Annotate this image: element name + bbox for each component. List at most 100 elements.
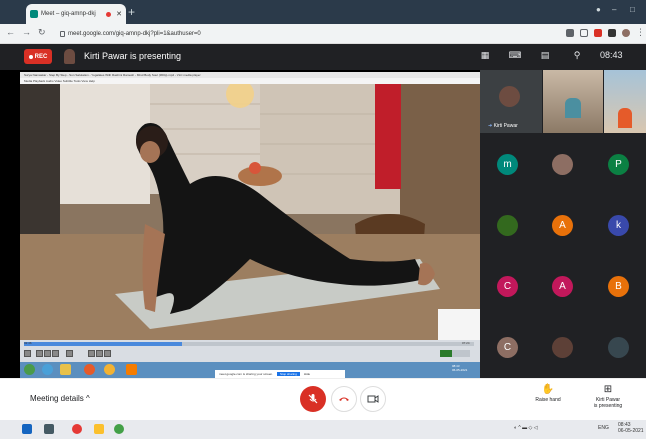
screen-share-notice: meet.google.com is sharing your screen. … [215, 370, 345, 378]
extensions-puzzle-icon[interactable] [608, 29, 616, 37]
system-clock[interactable]: 08:43 06-05-2021 [618, 422, 644, 434]
time-total: 07:24 [462, 341, 470, 345]
file-explorer-icon[interactable] [94, 424, 104, 434]
participant-tile[interactable]: B [591, 255, 646, 318]
url-text: meet.google.com/giq-amnp-dkj?pli=1&authu… [68, 30, 201, 37]
camera-person-2 [618, 108, 632, 128]
participant-tile[interactable]: k [591, 194, 646, 257]
participant-tile[interactable] [535, 316, 590, 379]
participant-avatar [608, 337, 629, 358]
participant-camera-feed-2[interactable] [604, 70, 646, 133]
recording-indicator-icon [106, 11, 112, 17]
participant-tile[interactable]: C [480, 316, 535, 379]
forward-arrow-icon[interactable]: → [22, 27, 31, 37]
presenting-label-2: is presenting [593, 403, 623, 409]
participant-tile[interactable]: A [535, 194, 590, 257]
rec-dot-icon [28, 54, 33, 59]
presenter-tile-label: Kirti Pawar [493, 123, 518, 129]
participant-avatar: A [552, 215, 573, 236]
participants-grid: ➜ Kirti Pawar m P Ak C A B C [480, 70, 646, 378]
participant-tile[interactable] [591, 316, 646, 379]
layout-icon[interactable]: ▦ [478, 50, 492, 62]
shuffle-button[interactable] [104, 350, 111, 357]
tray-icons[interactable]: ◐ ^ ▬ ◇ ◁ [514, 425, 538, 431]
volume-slider[interactable] [440, 350, 470, 357]
presenter-avatar [64, 49, 75, 64]
tab-title: Meet – giq-amnp-dkj [41, 11, 96, 17]
participant-tile[interactable] [535, 133, 590, 196]
vlc-seek-bar[interactable] [24, 342, 474, 346]
camera-toggle-button[interactable] [360, 386, 386, 412]
prev-button[interactable] [36, 350, 43, 357]
presenter-tile-name: ➜ Kirti Pawar [488, 123, 518, 129]
fullscreen-button[interactable] [66, 350, 73, 357]
browser-app-icon[interactable] [72, 424, 82, 434]
chrome-menu-icon[interactable]: ⋮ [636, 27, 645, 38]
participant-tile[interactable]: C [480, 255, 535, 318]
next-button[interactable] [52, 350, 59, 357]
people-icon[interactable]: ⚲ [570, 50, 584, 62]
chrome-app-icon[interactable] [114, 424, 124, 434]
ie-icon [42, 364, 53, 375]
chat-icon[interactable]: ▤ [538, 50, 552, 62]
profile-icon[interactable]: ● [596, 5, 601, 14]
address-bar[interactable]: meet.google.com/giq-amnp-dkj?pli=1&authu… [60, 27, 380, 40]
task-view-icon[interactable] [44, 424, 54, 434]
present-screen-icon: ⊞ [603, 384, 613, 395]
stop-button[interactable] [44, 350, 51, 357]
pause-button[interactable] [24, 350, 31, 357]
hang-up-icon [339, 397, 349, 401]
stop-sharing-button: Stop sharing [277, 372, 300, 376]
meeting-details-label: Meeting details [30, 394, 84, 403]
new-tab-button[interactable]: + [128, 6, 135, 18]
extension-icon[interactable] [594, 29, 602, 37]
leave-call-button[interactable] [331, 386, 357, 412]
participant-tile[interactable]: m [480, 133, 535, 196]
meeting-details-button[interactable]: Meeting details ^ [30, 394, 90, 403]
yoga-video-frame [20, 84, 480, 340]
browser-tab[interactable]: Meet – giq-amnp-dkj ✕ [26, 4, 126, 24]
language-indicator[interactable]: ENG [598, 425, 609, 431]
camera-permission-icon[interactable] [566, 29, 574, 37]
meeting-clock: 08:43 [600, 50, 623, 60]
close-tab-icon[interactable]: ✕ [116, 10, 122, 18]
shared-clock-date: 06-05-2021 [452, 368, 468, 372]
windows-start-icon[interactable] [22, 424, 32, 434]
share-notice-text: meet.google.com is sharing your screen. [219, 372, 274, 376]
back-arrow-icon[interactable]: ← [6, 27, 15, 37]
participant-avatar: m [497, 154, 518, 175]
participant-tile[interactable] [480, 194, 535, 257]
raise-hand-button[interactable]: ✋ Raise hand [526, 384, 570, 403]
chevron-up-icon: ^ [86, 394, 90, 403]
participant-avatar: A [552, 276, 573, 297]
participant-tile[interactable]: A [535, 255, 590, 318]
presenting-button[interactable]: ⊞ Kirti Pawar is presenting [586, 384, 630, 409]
system-date: 06-05-2021 [618, 428, 644, 434]
seek-progress [24, 342, 182, 346]
participant-avatar [552, 154, 573, 175]
captions-icon[interactable]: ⌨ [508, 50, 522, 62]
camera-person [565, 98, 581, 118]
loop-button[interactable] [96, 350, 103, 357]
playlist-button[interactable] [88, 350, 95, 357]
yoga-pose-illustration [20, 84, 480, 340]
chrome-icon [104, 364, 115, 375]
presenter-tile[interactable]: ➜ Kirti Pawar [480, 70, 542, 133]
hand-icon: ✋ [541, 384, 555, 395]
raise-hand-label: Raise hand [535, 397, 561, 403]
lock-icon [60, 30, 65, 37]
restore-button[interactable]: □ [630, 5, 635, 14]
mic-off-icon [308, 394, 318, 404]
recording-badge: REC [24, 49, 52, 64]
media-icon [84, 364, 95, 375]
participant-avatar [552, 337, 573, 358]
participant-avatar: C [497, 337, 518, 358]
mic-toggle-button[interactable] [300, 386, 326, 412]
minimize-button[interactable]: – [612, 5, 616, 14]
participant-camera-feed[interactable] [543, 70, 603, 133]
avatar[interactable] [622, 29, 630, 37]
participant-tile[interactable]: P [591, 133, 646, 196]
bookmark-star-icon[interactable] [580, 29, 588, 37]
start-orb-icon [24, 364, 35, 375]
reload-icon[interactable]: ↻ [38, 27, 46, 38]
